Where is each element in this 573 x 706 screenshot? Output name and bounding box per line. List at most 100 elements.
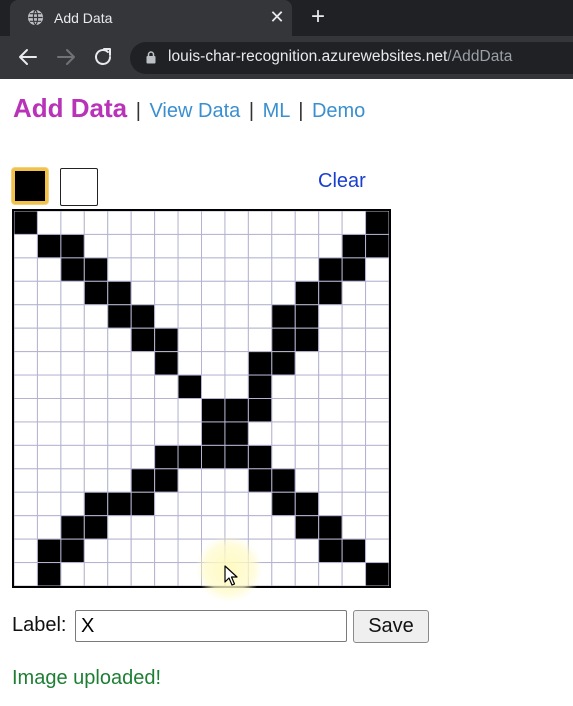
grid-cell-empty[interactable] bbox=[107, 374, 132, 399]
grid-cell-empty[interactable] bbox=[14, 304, 38, 329]
grid-cell-empty[interactable] bbox=[224, 280, 249, 306]
grid-cell-filled[interactable] bbox=[154, 444, 179, 470]
grid-cell-empty[interactable] bbox=[83, 538, 109, 564]
grid-cell-empty[interactable] bbox=[271, 257, 296, 282]
grid-cell-empty[interactable] bbox=[271, 374, 296, 399]
pixel-grid[interactable] bbox=[14, 211, 389, 586]
grid-cell-filled[interactable] bbox=[224, 398, 249, 423]
grid-cell-empty[interactable] bbox=[60, 491, 85, 517]
grid-cell-empty[interactable] bbox=[107, 398, 132, 423]
grid-cell-empty[interactable] bbox=[341, 280, 367, 306]
grid-cell-empty[interactable] bbox=[365, 444, 389, 470]
grid-cell-empty[interactable] bbox=[130, 211, 156, 235]
label-input[interactable] bbox=[75, 610, 347, 642]
grid-cell-filled[interactable] bbox=[247, 468, 273, 493]
grid-cell-filled[interactable] bbox=[60, 515, 85, 540]
grid-cell-empty[interactable] bbox=[341, 515, 367, 540]
grid-cell-empty[interactable] bbox=[36, 491, 62, 517]
grid-cell-filled[interactable] bbox=[36, 562, 62, 586]
grid-cell-filled[interactable] bbox=[201, 398, 226, 423]
grid-cell-filled[interactable] bbox=[247, 374, 273, 399]
grid-cell-empty[interactable] bbox=[247, 491, 273, 517]
grid-cell-empty[interactable] bbox=[130, 398, 156, 423]
grid-cell-empty[interactable] bbox=[154, 562, 179, 586]
grid-cell-empty[interactable] bbox=[341, 374, 367, 399]
back-arrow-icon[interactable] bbox=[16, 45, 40, 69]
grid-cell-filled[interactable] bbox=[83, 257, 109, 282]
grid-cell-empty[interactable] bbox=[365, 304, 389, 329]
grid-cell-empty[interactable] bbox=[107, 233, 132, 259]
grid-cell-empty[interactable] bbox=[318, 211, 343, 235]
grid-cell-empty[interactable] bbox=[201, 304, 226, 329]
grid-cell-empty[interactable] bbox=[341, 562, 367, 586]
grid-cell-filled[interactable] bbox=[365, 233, 389, 259]
grid-cell-empty[interactable] bbox=[154, 374, 179, 399]
grid-cell-empty[interactable] bbox=[318, 421, 343, 446]
grid-cell-filled[interactable] bbox=[247, 398, 273, 423]
grid-cell-empty[interactable] bbox=[154, 398, 179, 423]
grid-cell-filled[interactable] bbox=[365, 211, 389, 235]
grid-cell-empty[interactable] bbox=[318, 304, 343, 329]
grid-cell-empty[interactable] bbox=[341, 304, 367, 329]
grid-cell-empty[interactable] bbox=[36, 398, 62, 423]
grid-cell-empty[interactable] bbox=[247, 233, 273, 259]
grid-cell-empty[interactable] bbox=[130, 280, 156, 306]
grid-cell-empty[interactable] bbox=[154, 538, 179, 564]
grid-cell-empty[interactable] bbox=[224, 374, 249, 399]
grid-cell-filled[interactable] bbox=[130, 491, 156, 517]
grid-cell-empty[interactable] bbox=[177, 515, 202, 540]
plus-icon[interactable]: + bbox=[305, 5, 331, 31]
grid-cell-empty[interactable] bbox=[318, 444, 343, 470]
grid-cell-filled[interactable] bbox=[83, 280, 109, 306]
grid-cell-filled[interactable] bbox=[36, 233, 62, 259]
grid-cell-empty[interactable] bbox=[271, 444, 296, 470]
grid-cell-empty[interactable] bbox=[130, 562, 156, 586]
grid-cell-filled[interactable] bbox=[107, 280, 132, 306]
grid-cell-empty[interactable] bbox=[318, 327, 343, 353]
grid-cell-empty[interactable] bbox=[130, 374, 156, 399]
grid-cell-empty[interactable] bbox=[224, 233, 249, 259]
grid-cell-empty[interactable] bbox=[341, 327, 367, 353]
grid-cell-empty[interactable] bbox=[224, 257, 249, 282]
grid-cell-empty[interactable] bbox=[83, 374, 109, 399]
grid-cell-empty[interactable] bbox=[60, 444, 85, 470]
grid-cell-empty[interactable] bbox=[36, 304, 62, 329]
grid-cell-empty[interactable] bbox=[271, 538, 296, 564]
grid-cell-empty[interactable] bbox=[83, 421, 109, 446]
grid-cell-empty[interactable] bbox=[130, 444, 156, 470]
grid-cell-filled[interactable] bbox=[60, 257, 85, 282]
grid-cell-empty[interactable] bbox=[154, 491, 179, 517]
grid-cell-filled[interactable] bbox=[14, 211, 38, 235]
grid-cell-empty[interactable] bbox=[14, 421, 38, 446]
grid-cell-filled[interactable] bbox=[130, 468, 156, 493]
grid-cell-empty[interactable] bbox=[36, 257, 62, 282]
grid-cell-empty[interactable] bbox=[107, 515, 132, 540]
grid-cell-empty[interactable] bbox=[294, 211, 320, 235]
grid-cell-empty[interactable] bbox=[294, 374, 320, 399]
grid-cell-empty[interactable] bbox=[107, 562, 132, 586]
forward-arrow-icon[interactable] bbox=[54, 45, 78, 69]
grid-cell-filled[interactable] bbox=[341, 538, 367, 564]
grid-cell-empty[interactable] bbox=[36, 327, 62, 353]
grid-cell-empty[interactable] bbox=[177, 233, 202, 259]
grid-cell-empty[interactable] bbox=[14, 233, 38, 259]
grid-cell-filled[interactable] bbox=[83, 515, 109, 540]
nav-link-view-data[interactable]: View Data bbox=[149, 100, 240, 122]
grid-cell-empty[interactable] bbox=[294, 398, 320, 423]
grid-cell-empty[interactable] bbox=[60, 280, 85, 306]
grid-cell-empty[interactable] bbox=[130, 515, 156, 540]
grid-cell-empty[interactable] bbox=[201, 374, 226, 399]
grid-cell-empty[interactable] bbox=[271, 233, 296, 259]
grid-cell-empty[interactable] bbox=[365, 398, 389, 423]
grid-cell-empty[interactable] bbox=[341, 491, 367, 517]
grid-cell-empty[interactable] bbox=[107, 444, 132, 470]
grid-cell-filled[interactable] bbox=[83, 491, 109, 517]
grid-cell-filled[interactable] bbox=[271, 468, 296, 493]
grid-cell-empty[interactable] bbox=[271, 562, 296, 586]
grid-cell-empty[interactable] bbox=[14, 280, 38, 306]
grid-cell-empty[interactable] bbox=[318, 562, 343, 586]
grid-cell-empty[interactable] bbox=[154, 421, 179, 446]
color-swatch-white[interactable] bbox=[60, 168, 98, 206]
grid-cell-empty[interactable] bbox=[14, 374, 38, 399]
grid-cell-empty[interactable] bbox=[83, 233, 109, 259]
